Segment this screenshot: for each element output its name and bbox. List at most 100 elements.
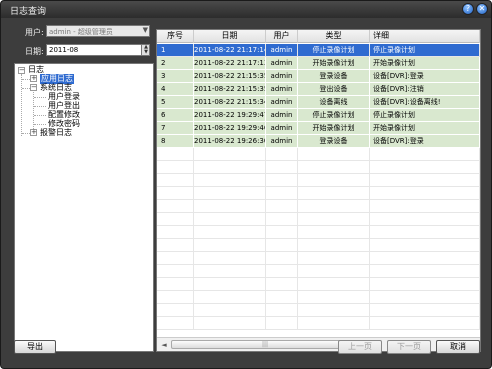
table-cell: 2011-08-22 21:17:14 — [194, 44, 266, 57]
table-row[interactable] — [157, 278, 480, 291]
log-query-window: 日志查询 ? ✕ 用户: admin - 超级管理员 ▼ 日期: 2011-08… — [0, 0, 492, 369]
table-cell — [298, 239, 370, 252]
table-cell: 2011-08-22 19:29:47 — [194, 109, 266, 122]
title-bar[interactable]: 日志查询 ? ✕ — [1, 1, 491, 18]
horizontal-scrollbar[interactable]: ◄ ||| ► — [157, 337, 480, 351]
table-cell — [194, 239, 266, 252]
log-table[interactable]: 序号 日期 用户 类型 详细 1 2011-08-22 21:17:14 admin… — [156, 29, 481, 352]
table-cell — [157, 239, 194, 252]
next-page-button[interactable]: 下一页 — [387, 340, 431, 354]
table-cell — [266, 317, 298, 330]
table-cell: 开始录像计划 — [298, 57, 370, 70]
table-cell — [194, 265, 266, 278]
prev-page-button[interactable]: 上一页 — [338, 340, 382, 354]
table-cell — [194, 252, 266, 265]
table-row[interactable] — [157, 291, 480, 304]
collapse-icon[interactable]: − — [30, 84, 37, 91]
table-row[interactable]: 6 2011-08-22 19:29:47 admin 停止录像计划 停止录像计划 — [157, 109, 480, 122]
table-cell: 登出设备 — [298, 83, 370, 96]
expand-icon[interactable]: + — [30, 129, 37, 136]
table-cell — [370, 226, 480, 239]
help-icon: ? — [465, 4, 471, 13]
table-cell — [298, 291, 370, 304]
table-cell — [370, 148, 480, 161]
table-cell: admin — [266, 96, 298, 109]
table-cell: 2011-08-22 21:17:13 — [194, 57, 266, 70]
grip-icon: ||| — [262, 341, 269, 348]
table-cell: 登录设备 — [298, 70, 370, 83]
cancel-button[interactable]: 取消 — [436, 340, 480, 354]
close-button[interactable]: ✕ — [476, 3, 488, 15]
table-row[interactable] — [157, 148, 480, 161]
column-header-index[interactable]: 序号 — [157, 30, 194, 43]
collapse-icon[interactable]: − — [18, 67, 25, 74]
table-row[interactable] — [157, 252, 480, 265]
table-cell — [194, 200, 266, 213]
table-cell: 4 — [157, 83, 194, 96]
spin-down-icon[interactable]: ▼ — [143, 50, 149, 55]
table-cell — [298, 200, 370, 213]
table-row[interactable]: 8 2011-08-22 19:26:30 admin 登录设备 设备[DVR]:登录 — [157, 135, 480, 148]
window-title: 日志查询 — [10, 7, 47, 17]
table-cell: 2 — [157, 57, 194, 70]
column-header-date[interactable]: 日期 — [194, 30, 266, 43]
table-row[interactable] — [157, 213, 480, 226]
table-cell — [194, 187, 266, 200]
table-cell — [298, 174, 370, 187]
table-cell — [157, 304, 194, 317]
table-cell — [370, 239, 480, 252]
dialog-body: 用户: admin - 超级管理员 ▼ 日期: 2011-08 ▲ ▼ − 日志… — [6, 19, 486, 362]
date-input[interactable]: 2011-08 — [46, 44, 142, 56]
table-row[interactable] — [157, 226, 480, 239]
table-cell: admin — [266, 122, 298, 135]
table-cell: 8 — [157, 135, 194, 148]
scroll-left-icon[interactable]: ◄ — [159, 340, 169, 350]
table-cell — [157, 161, 194, 174]
table-row[interactable]: 2 2011-08-22 21:17:13 admin 开始录像计划 开始录像计划 — [157, 57, 480, 70]
table-cell — [266, 200, 298, 213]
table-cell — [370, 317, 480, 330]
table-row[interactable] — [157, 317, 480, 330]
user-select[interactable]: admin - 超级管理员 ▼ — [46, 25, 150, 37]
table-cell: 6 — [157, 109, 194, 122]
table-cell — [266, 304, 298, 317]
table-cell: 2011-08-22 21:15:34 — [194, 96, 266, 109]
table-cell: 停止录像计划 — [370, 44, 480, 57]
table-row[interactable] — [157, 239, 480, 252]
table-row[interactable] — [157, 200, 480, 213]
scrollbar-thumb[interactable]: ||| — [171, 340, 360, 349]
tree-item-alarm-log[interactable]: 报警日志 — [40, 128, 72, 138]
table-row[interactable]: 5 2011-08-22 21:15:34 admin 设备离线 设备[DVR]:设备离… — [157, 96, 480, 109]
table-cell: 设备[DVR]:设备离线! — [370, 96, 480, 109]
table-row[interactable] — [157, 174, 480, 187]
expand-icon[interactable]: + — [30, 75, 37, 82]
table-cell — [370, 174, 480, 187]
table-cell — [298, 317, 370, 330]
column-header-detail[interactable]: 详细 — [370, 30, 480, 43]
table-cell — [157, 148, 194, 161]
table-row[interactable] — [157, 265, 480, 278]
table-row[interactable]: 7 2011-08-22 19:29:46 admin 开始录像计划 开始录像计划 — [157, 122, 480, 135]
table-cell — [298, 226, 370, 239]
table-row[interactable] — [157, 161, 480, 174]
help-button[interactable]: ? — [462, 3, 474, 15]
table-cell — [298, 278, 370, 291]
column-header-type[interactable]: 类型 — [298, 30, 370, 43]
table-row[interactable] — [157, 187, 480, 200]
table-cell: 停止录像计划 — [298, 44, 370, 57]
column-header-user[interactable]: 用户 — [266, 30, 298, 43]
export-button[interactable]: 导出 — [14, 340, 56, 354]
table-row[interactable]: 1 2011-08-22 21:17:14 admin 停止录像计划 停止录像计划 — [157, 44, 480, 57]
table-cell — [194, 304, 266, 317]
table-row[interactable]: 4 2011-08-22 21:15:35 admin 登出设备 设备[DVR]:注销 — [157, 83, 480, 96]
table-cell — [157, 278, 194, 291]
table-cell — [370, 278, 480, 291]
table-row[interactable] — [157, 304, 480, 317]
date-spinner[interactable]: ▲ ▼ — [141, 44, 150, 56]
table-cell: admin — [266, 83, 298, 96]
table-cell: 开始录像计划 — [370, 122, 480, 135]
table-cell — [157, 213, 194, 226]
log-tree[interactable]: − 日志 + 应用日志 − 系统日志 用户登录 用户登出 配置修改 修改密码 +… — [14, 63, 154, 352]
table-cell — [157, 200, 194, 213]
table-row[interactable]: 3 2011-08-22 21:15:35 admin 登录设备 设备[DVR]:登录 — [157, 70, 480, 83]
